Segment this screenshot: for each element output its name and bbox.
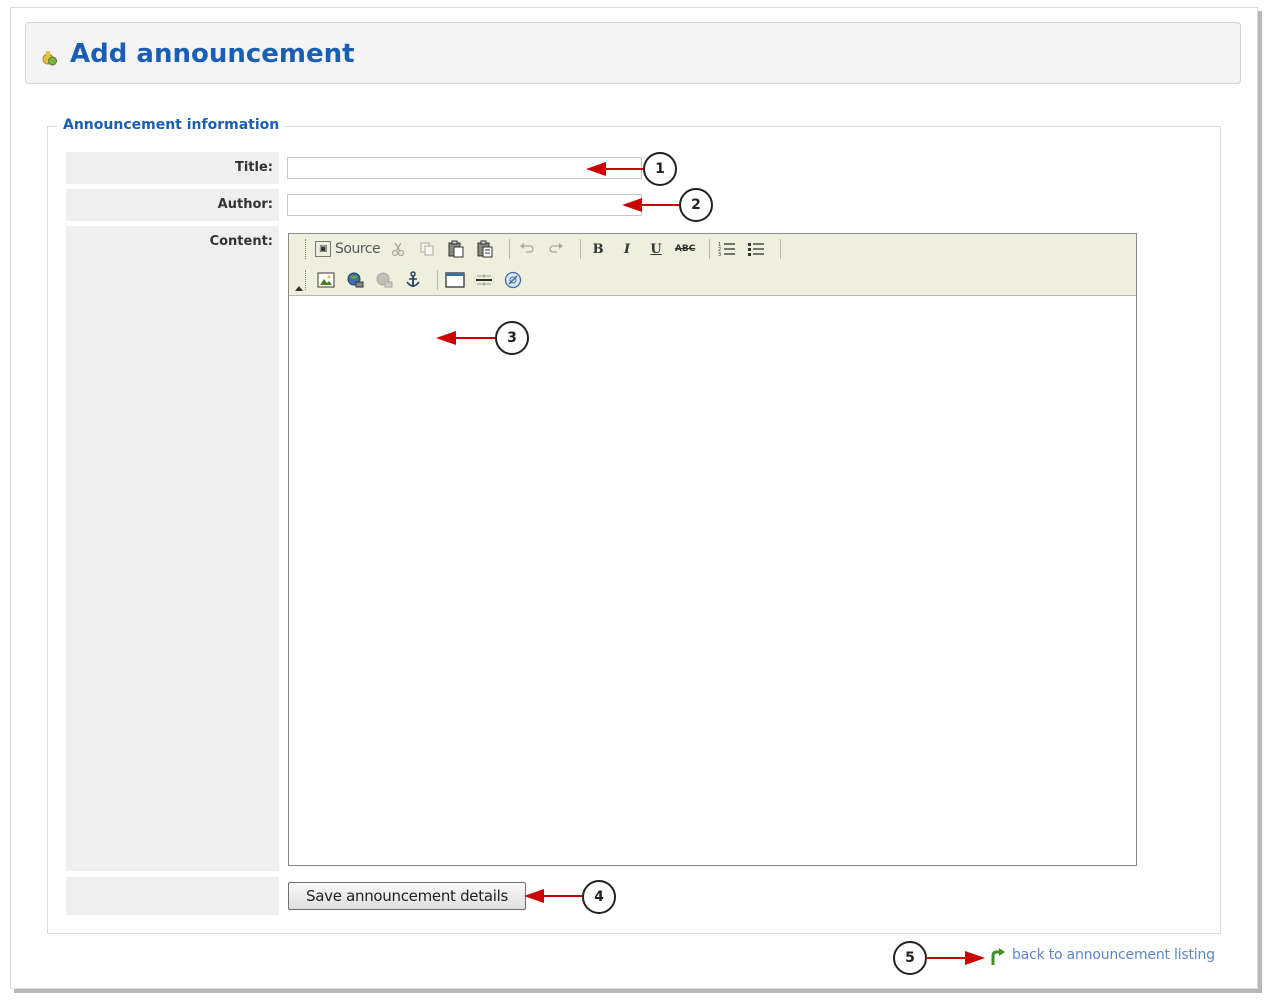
title-label-cell: Title: [66, 152, 279, 184]
rich-text-editor: ▣ Source B I U ABC 1 2 3 [288, 233, 1137, 866]
announcement-icon [42, 50, 58, 66]
redo-button[interactable] [545, 238, 567, 260]
callout-line-1 [604, 168, 644, 170]
toolbar-separator [709, 239, 711, 259]
callout-3: 3 [495, 321, 529, 355]
ordered-list-icon: 123 [718, 242, 736, 257]
callout-1: 1 [643, 152, 677, 186]
toolbar-row-1: ▣ Source B I U ABC 1 2 3 [305, 236, 787, 262]
unordered-list-button[interactable] [745, 238, 767, 260]
source-icon: ▣ [315, 241, 331, 257]
callout-1-number: 1 [655, 161, 665, 177]
paste-text-button[interactable] [474, 238, 496, 260]
italic-button[interactable]: I [616, 238, 638, 260]
strikethrough-button[interactable]: ABC [674, 238, 696, 260]
table-icon [445, 272, 465, 288]
back-to-listing-link[interactable]: back to announcement listing [1012, 947, 1215, 963]
undo-icon [520, 243, 534, 253]
italic-icon: I [624, 241, 631, 257]
image-icon [317, 272, 335, 288]
horizontal-rule-icon [476, 274, 492, 286]
unlink-button[interactable] [373, 269, 395, 291]
callout-arrow-1 [586, 162, 606, 176]
bold-button[interactable]: B [587, 238, 609, 260]
back-arrow-icon[interactable] [988, 948, 1006, 966]
source-button[interactable]: ▣ Source [315, 238, 381, 260]
page-title: Add announcement [70, 39, 355, 69]
cut-button[interactable] [387, 238, 409, 260]
callout-5: 5 [893, 941, 927, 975]
special-char-button[interactable] [502, 269, 524, 291]
toolbar-separator [780, 239, 782, 259]
svg-text:3: 3 [718, 252, 721, 257]
editor-toolbar: ▣ Source B I U ABC 1 2 3 [289, 234, 1136, 296]
author-input[interactable] [287, 194, 642, 216]
image-button[interactable] [315, 269, 337, 291]
bold-icon: B [592, 241, 604, 257]
content-label: Content: [209, 234, 273, 249]
anchor-icon [406, 271, 420, 287]
undo-button[interactable] [516, 238, 538, 260]
anchor-button[interactable] [402, 269, 424, 291]
toolbar-separator [437, 270, 438, 290]
unordered-list-icon [748, 243, 765, 256]
save-row-label-cell [66, 877, 279, 915]
callout-line-2 [640, 204, 680, 206]
callout-5-number: 5 [905, 950, 915, 966]
callout-line-4 [542, 895, 582, 897]
horizontal-rule-button[interactable] [473, 269, 495, 291]
unlink-icon [376, 272, 393, 288]
page-header: Add announcement [25, 22, 1241, 84]
save-announcement-button[interactable]: Save announcement details [288, 882, 526, 910]
special-char-icon [504, 271, 522, 289]
content-label-cell: Content: [66, 226, 279, 871]
copy-button[interactable] [416, 238, 438, 260]
callout-2: 2 [679, 188, 713, 222]
strikethrough-icon: ABC [674, 244, 696, 254]
source-label: Source [335, 241, 381, 257]
toolbar-grip[interactable] [305, 270, 309, 290]
table-button[interactable] [444, 269, 466, 291]
author-label: Author: [217, 197, 273, 212]
callout-arrow-4 [524, 889, 544, 903]
author-label-cell: Author: [66, 189, 279, 221]
toolbar-grip[interactable] [305, 239, 309, 259]
toolbar-collapse-icon[interactable] [295, 286, 303, 291]
title-label: Title: [234, 160, 273, 175]
callout-arrow-5 [965, 951, 985, 965]
link-icon [347, 272, 364, 288]
toolbar-row-2 [305, 267, 531, 293]
copy-icon [420, 242, 434, 256]
callout-4: 4 [582, 880, 616, 914]
fieldset-legend: Announcement information [58, 117, 285, 133]
callout-line-5 [926, 957, 966, 959]
callout-3-number: 3 [507, 330, 517, 346]
paste-button[interactable] [445, 238, 467, 260]
toolbar-separator [509, 239, 511, 259]
ordered-list-button[interactable]: 123 [716, 238, 738, 260]
underline-button[interactable]: U [645, 238, 667, 260]
callout-arrow-3 [436, 331, 456, 345]
content-editor-area[interactable] [289, 296, 1136, 865]
link-button[interactable] [344, 269, 366, 291]
callout-arrow-2 [622, 198, 642, 212]
paste-text-icon [477, 240, 493, 258]
paste-icon [448, 240, 464, 258]
cut-icon [391, 242, 405, 257]
callout-4-number: 4 [594, 889, 604, 905]
toolbar-separator [580, 239, 582, 259]
underline-icon: U [650, 241, 662, 257]
callout-line-3 [454, 337, 496, 339]
redo-icon [549, 243, 564, 253]
callout-2-number: 2 [691, 197, 701, 213]
